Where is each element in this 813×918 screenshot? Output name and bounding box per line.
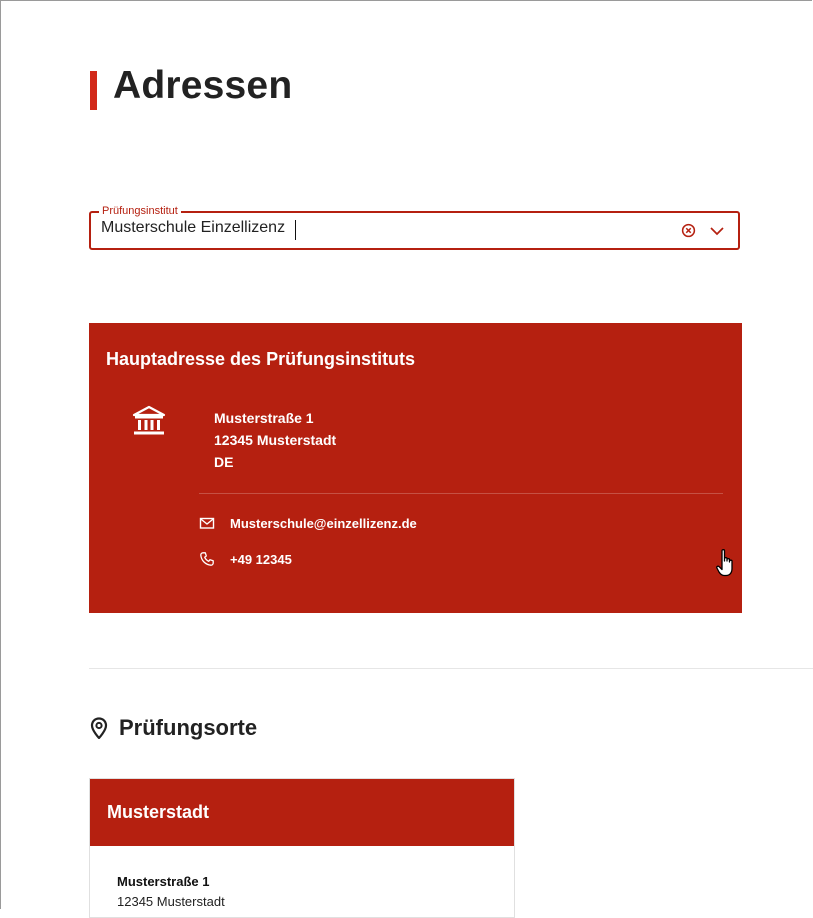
section-divider bbox=[89, 668, 813, 669]
email-row[interactable]: Musterschule@einzellizenz.de bbox=[199, 515, 417, 531]
bank-icon bbox=[132, 405, 166, 435]
title-accent-bar bbox=[90, 71, 97, 110]
location-card-title: Musterstadt bbox=[90, 779, 514, 846]
text-caret bbox=[295, 220, 296, 240]
location-card[interactable]: Musterstadt Musterstraße 1 12345 Musters… bbox=[89, 778, 515, 918]
phone-icon bbox=[200, 552, 214, 566]
phone-link[interactable]: +49 12345 bbox=[230, 552, 292, 567]
clear-icon[interactable] bbox=[681, 223, 696, 238]
chevron-down-icon[interactable] bbox=[709, 224, 725, 238]
institute-select[interactable]: Prüfungsinstitut bbox=[89, 204, 740, 250]
institute-input[interactable] bbox=[101, 219, 661, 237]
card-divider bbox=[199, 493, 723, 494]
main-address-card: Hauptadresse des Prüfungsinstituts Muste… bbox=[89, 323, 742, 613]
address-country: DE bbox=[214, 454, 234, 470]
map-pin-icon bbox=[90, 717, 108, 739]
envelope-icon bbox=[199, 517, 215, 529]
locations-heading-text: Prüfungsorte bbox=[119, 715, 258, 740]
location-street: Musterstraße 1 bbox=[117, 874, 210, 889]
page-title: Adressen bbox=[113, 64, 293, 107]
locations-heading: Prüfungsorte bbox=[89, 715, 257, 741]
main-address-title: Hauptadresse des Prüfungsinstituts bbox=[106, 349, 416, 369]
phone-row[interactable]: +49 12345 bbox=[199, 551, 292, 567]
hand-pointer-icon bbox=[716, 549, 733, 577]
address-street: Musterstraße 1 bbox=[214, 410, 314, 426]
institute-select-label: Prüfungsinstitut bbox=[99, 204, 181, 218]
location-city: 12345 Musterstadt bbox=[117, 894, 225, 909]
address-city: 12345 Musterstadt bbox=[214, 432, 337, 448]
email-link[interactable]: Musterschule@einzellizenz.de bbox=[230, 516, 417, 531]
main-address-block: Musterstraße 1 12345 Musterstadt DE bbox=[214, 407, 336, 473]
